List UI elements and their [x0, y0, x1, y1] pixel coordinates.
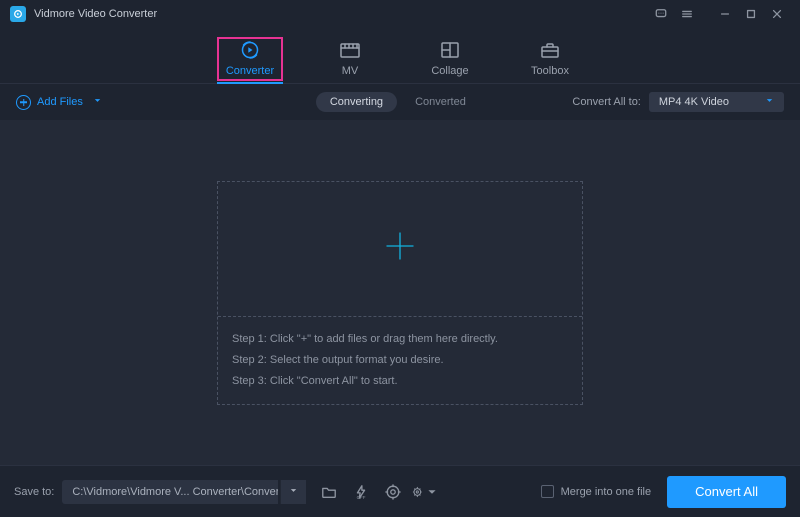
- svg-text:OFF: OFF: [357, 495, 366, 500]
- nav-toolbox[interactable]: Toolbox: [519, 39, 581, 83]
- mv-icon: [339, 39, 361, 61]
- titlebar: Vidmore Video Converter: [0, 0, 800, 28]
- workspace: Step 1: Click "+" to add files or drag t…: [0, 120, 800, 465]
- nav-label: Converter: [226, 65, 274, 77]
- chevron-down-icon: [289, 486, 298, 498]
- footer: Save to: C:\Vidmore\Vidmore V... Convert…: [0, 465, 800, 517]
- convert-all-button[interactable]: Convert All: [667, 476, 786, 508]
- checkbox-icon: [541, 485, 554, 498]
- step-1: Step 1: Click "+" to add files or drag t…: [232, 329, 568, 350]
- open-folder-button[interactable]: [316, 480, 342, 504]
- high-speed-button[interactable]: [380, 480, 406, 504]
- settings-button[interactable]: [412, 480, 438, 504]
- converter-icon: [239, 39, 261, 61]
- convert-all-to: Convert All to: MP4 4K Video: [572, 92, 784, 112]
- chevron-down-icon: [93, 96, 102, 108]
- toolbox-icon: [539, 39, 561, 61]
- app-title: Vidmore Video Converter: [34, 8, 157, 20]
- format-value: MP4 4K Video: [659, 96, 729, 108]
- add-files-label: Add Files: [37, 96, 83, 108]
- close-button[interactable]: [764, 4, 790, 24]
- step-3: Step 3: Click "Convert All" to start.: [232, 371, 568, 392]
- output-format-select[interactable]: MP4 4K Video: [649, 92, 784, 112]
- nav-collage[interactable]: Collage: [419, 39, 481, 83]
- status-segment: Converting Converted: [316, 92, 466, 112]
- tab-converted[interactable]: Converted: [415, 96, 466, 108]
- tab-converting[interactable]: Converting: [316, 92, 397, 112]
- nav-label: Collage: [431, 65, 468, 77]
- feedback-icon[interactable]: [648, 4, 674, 24]
- drop-zone: Step 1: Click "+" to add files or drag t…: [217, 181, 583, 405]
- nav-converter[interactable]: Converter: [219, 39, 281, 83]
- merge-checkbox[interactable]: Merge into one file: [541, 485, 652, 498]
- nav-label: MV: [342, 65, 359, 77]
- app-logo: [10, 6, 26, 22]
- merge-label: Merge into one file: [561, 486, 652, 498]
- save-path-dropdown[interactable]: [280, 480, 306, 504]
- convert-all-to-label: Convert All to:: [572, 96, 640, 108]
- save-path-field[interactable]: C:\Vidmore\Vidmore V... Converter\Conver…: [62, 480, 278, 504]
- plus-icon: [383, 229, 417, 268]
- minimize-button[interactable]: [712, 4, 738, 24]
- add-files-button[interactable]: Add Files: [16, 95, 102, 110]
- save-to-label: Save to:: [14, 486, 54, 498]
- main-nav: Converter MV Collage Toolbox: [0, 28, 800, 84]
- chevron-down-icon: [765, 96, 774, 108]
- hardware-accel-button[interactable]: OFF: [348, 480, 374, 504]
- toolbar: Add Files Converting Converted Convert A…: [0, 84, 800, 120]
- step-2: Step 2: Select the output format you des…: [232, 350, 568, 371]
- drop-zone-add[interactable]: [218, 182, 582, 317]
- maximize-button[interactable]: [738, 4, 764, 24]
- drop-instructions: Step 1: Click "+" to add files or drag t…: [218, 317, 582, 404]
- nav-mv[interactable]: MV: [319, 39, 381, 83]
- menu-icon[interactable]: [674, 4, 700, 24]
- nav-label: Toolbox: [531, 65, 569, 77]
- plus-circle-icon: [16, 95, 31, 110]
- collage-icon: [439, 39, 461, 61]
